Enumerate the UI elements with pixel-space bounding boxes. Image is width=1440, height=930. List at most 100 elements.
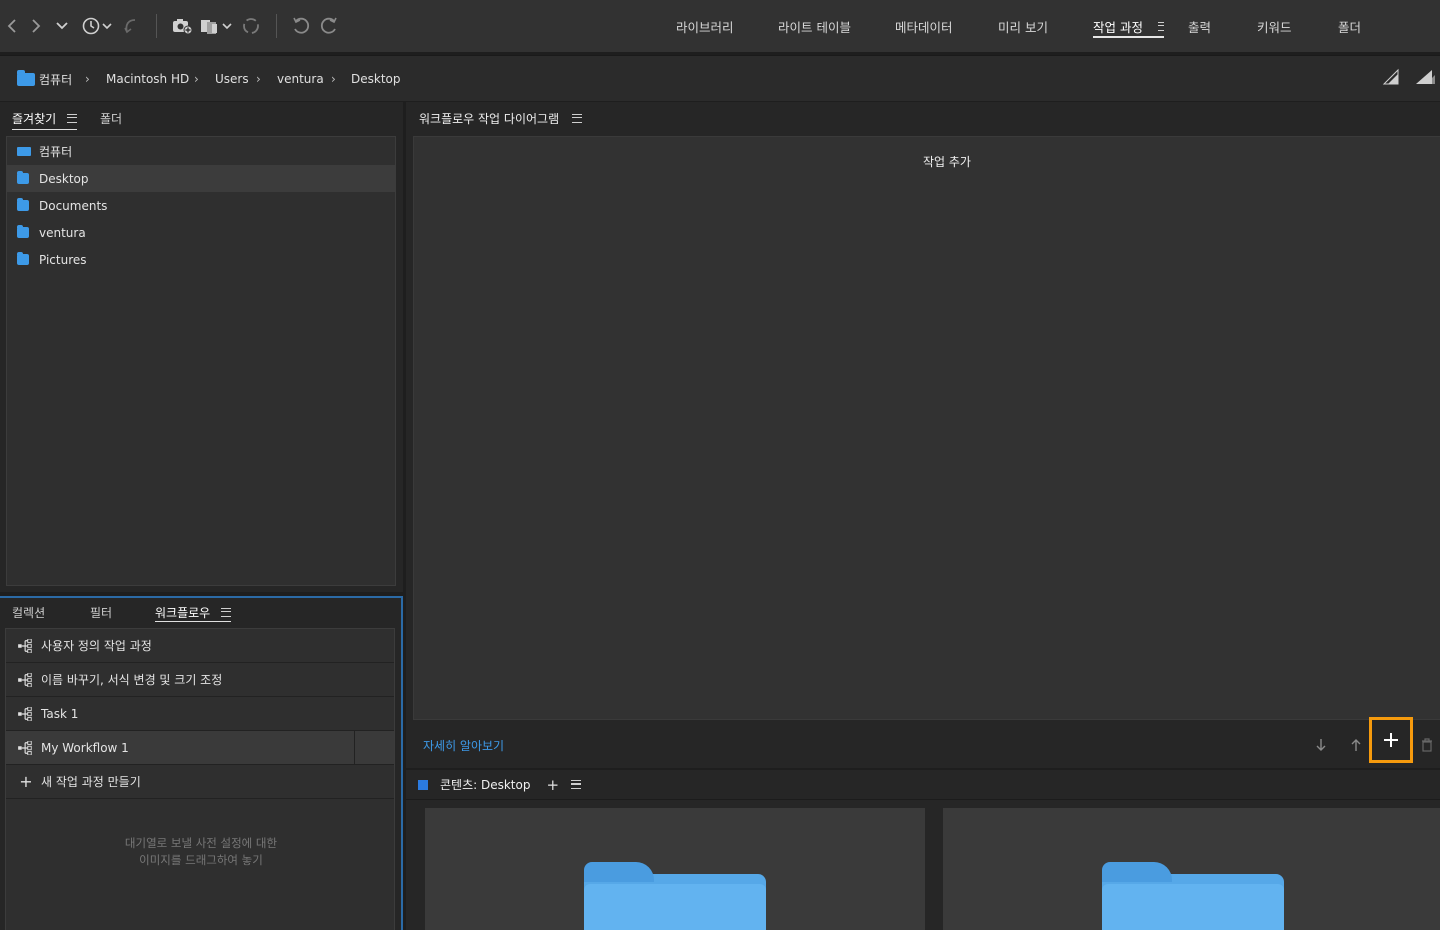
folder-icon (17, 171, 29, 184)
workspace-label: 폴더 (1338, 19, 1362, 35)
workspace-label: 키워드 (1257, 19, 1292, 35)
breadcrumb-computer[interactable]: 컴퓨터 (17, 56, 72, 102)
panel-menu-icon[interactable] (221, 607, 231, 617)
workflow-item-rename-format-resize[interactable]: 이름 바꾸기, 서식 변경 및 크기 조정 (6, 663, 394, 697)
move-up-icon[interactable] (1345, 734, 1367, 756)
content-thumbnail[interactable] (943, 808, 1440, 930)
panel-title: 워크플로우 작업 다이어그램 (419, 111, 560, 126)
tab-favorites[interactable]: 즐겨찾기 (12, 102, 77, 134)
trash-icon[interactable] (1416, 734, 1438, 756)
workflow-icon (18, 706, 32, 721)
breadcrumb-users[interactable]: Users (215, 56, 249, 102)
panel-title: 콘텐츠: Desktop (440, 778, 531, 792)
workflow-item-custom[interactable]: 사용자 정의 작업 과정 (6, 629, 394, 663)
return-icon[interactable] (120, 12, 140, 40)
learn-more-link[interactable]: 자세히 알아보기 (423, 722, 504, 768)
plus-icon (1384, 733, 1398, 747)
rotate-right-icon[interactable] (318, 12, 340, 40)
chevron-right-icon: › (85, 72, 90, 86)
favorite-label: ventura (39, 225, 86, 240)
workspace-label: 작업 과정 (1093, 19, 1143, 35)
workspace-label: 출력 (1188, 19, 1212, 35)
workspace-library[interactable]: 라이브러리 (676, 0, 734, 52)
chevron-down-icon[interactable] (54, 12, 70, 40)
workspace-workflow[interactable]: 작업 과정 (1093, 0, 1165, 52)
workspace-folders[interactable]: 폴더 (1338, 0, 1361, 52)
favorite-label: Desktop (39, 171, 89, 186)
workflow-icon (18, 638, 32, 653)
workflow-item-task-1[interactable]: Task 1 (6, 697, 394, 731)
workspace-preview[interactable]: 미리 보기 (998, 0, 1048, 52)
rotate-sync-icon[interactable] (240, 12, 262, 40)
favorite-item-desktop[interactable]: Desktop (7, 165, 395, 192)
panel-menu-icon[interactable] (67, 113, 77, 123)
path-bar: 컴퓨터 › Macintosh HD › Users › ventura › D… (0, 55, 1440, 101)
workflow-item-my-workflow-1[interactable]: My Workflow 1 (6, 731, 394, 765)
workflow-label: Task 1 (41, 706, 79, 721)
breadcrumb-ventura[interactable]: ventura (277, 56, 324, 102)
toolbar-divider (156, 14, 157, 38)
tab-label: 컬렉션 (12, 605, 46, 620)
workspace-menu-icon[interactable] (1157, 21, 1165, 31)
favorites-list: 컴퓨터 Desktop Documents ventura Pictures (6, 136, 396, 586)
tab-label: 즐겨찾기 (12, 111, 57, 126)
workspace-label: 라이브러리 (676, 19, 734, 35)
quality-low-icon[interactable] (1382, 68, 1402, 88)
workspace-keywords[interactable]: 키워드 (1257, 0, 1292, 52)
add-task-label[interactable]: 작업 추가 (414, 153, 1440, 170)
tab-filter[interactable]: 필터 (90, 598, 112, 626)
quality-high-icon[interactable] (1414, 68, 1438, 88)
favorite-label: Documents (39, 198, 108, 213)
breadcrumb-macintosh-hd[interactable]: Macintosh HD (106, 56, 189, 102)
rotate-left-icon[interactable] (290, 12, 312, 40)
favorite-item-ventura[interactable]: ventura (7, 219, 395, 246)
favorite-label: Pictures (39, 252, 87, 267)
forward-icon[interactable] (28, 12, 44, 40)
camera-import-icon[interactable] (170, 12, 194, 40)
chevron-right-icon: › (256, 72, 261, 86)
new-workflow-button[interactable]: + 새 작업 과정 만들기 (6, 765, 394, 799)
add-task-button[interactable] (1369, 717, 1413, 763)
content-panel: 콘텐츠: Desktop + (406, 770, 1440, 930)
move-down-icon[interactable] (1310, 734, 1332, 756)
favorite-item-pictures[interactable]: Pictures (7, 246, 395, 273)
computer-icon (17, 147, 31, 156)
tab-workflow[interactable]: 워크플로우 (155, 598, 231, 626)
folder-icon (17, 198, 29, 211)
computer-folder-icon (17, 69, 35, 86)
workflow-diagram-panel: 워크플로우 작업 다이어그램 작업 추가 자세히 알아보기 (406, 102, 1440, 768)
workflow-icon (18, 672, 32, 687)
panel-menu-icon[interactable] (571, 780, 582, 789)
content-thumbnail[interactable] (425, 808, 925, 930)
breadcrumb-desktop[interactable]: Desktop (351, 56, 401, 102)
diagram-header: 워크플로우 작업 다이어그램 (406, 102, 1440, 134)
back-icon[interactable] (4, 12, 20, 40)
workflow-label: 사용자 정의 작업 과정 (41, 639, 152, 653)
workspace-label: 미리 보기 (998, 19, 1048, 35)
batch-rename-icon[interactable] (198, 12, 234, 40)
plus-icon: + (19, 772, 33, 791)
workspace-metadata[interactable]: 메타데이터 (895, 0, 953, 52)
favorite-label: 컴퓨터 (39, 145, 73, 159)
panel-color-icon (418, 779, 428, 790)
breadcrumb-label: 컴퓨터 (39, 72, 73, 87)
panel-menu-icon[interactable] (572, 113, 583, 123)
recent-history-icon[interactable] (80, 12, 114, 40)
favorite-item-documents[interactable]: Documents (7, 192, 395, 219)
tab-collections[interactable]: 컬렉션 (12, 598, 45, 626)
favorite-item-computer[interactable]: 컴퓨터 (7, 138, 395, 165)
workflow-label: 이름 바꾸기, 서식 변경 및 크기 조정 (41, 673, 223, 687)
new-workflow-label: 새 작업 과정 만들기 (41, 775, 141, 789)
workspace-output[interactable]: 출력 (1188, 0, 1211, 52)
drop-hint-line1: 대기열로 보낼 사전 설정에 대한 (124, 836, 278, 850)
folder-icon (17, 252, 29, 265)
new-tab-plus-icon[interactable]: + (546, 776, 559, 794)
chevron-right-icon: › (194, 72, 199, 86)
tab-folders[interactable]: 폴더 (100, 102, 122, 134)
favorites-tabs: 즐겨찾기 폴더 (0, 102, 403, 134)
breadcrumb-label: Users (215, 72, 249, 86)
workspace-label: 메타데이터 (895, 19, 953, 35)
workspace-light-table[interactable]: 라이트 테이블 (778, 0, 851, 52)
diagram-canvas[interactable]: 작업 추가 (413, 136, 1440, 720)
tab-label: 워크플로우 (155, 605, 211, 620)
